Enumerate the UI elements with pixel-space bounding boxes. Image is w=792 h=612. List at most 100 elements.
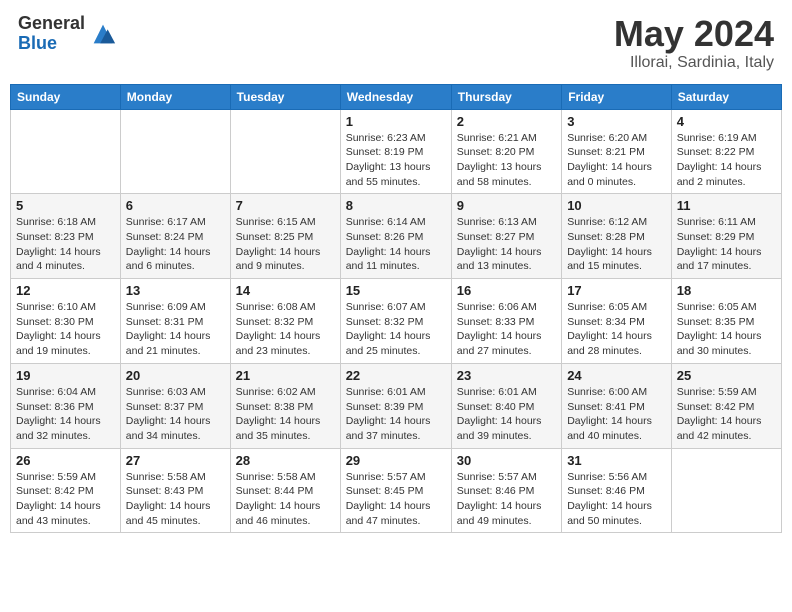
day-number: 9 <box>457 198 556 213</box>
logo-general-text: General <box>18 14 85 34</box>
day-info: Sunrise: 6:23 AM Sunset: 8:19 PM Dayligh… <box>346 131 446 190</box>
day-info: Sunrise: 6:00 AM Sunset: 8:41 PM Dayligh… <box>567 385 666 444</box>
day-number: 25 <box>677 368 776 383</box>
logo-icon <box>89 20 117 48</box>
day-info: Sunrise: 6:05 AM Sunset: 8:35 PM Dayligh… <box>677 300 776 359</box>
day-number: 8 <box>346 198 446 213</box>
calendar-cell: 8 Sunrise: 6:14 AM Sunset: 8:26 PM Daylig… <box>340 194 451 279</box>
day-number: 15 <box>346 283 446 298</box>
calendar-cell: 17Sunrise: 6:05 AM Sunset: 8:34 PM Dayli… <box>562 279 672 364</box>
calendar-cell: 15 Sunrise: 6:07 AM Sunset: 8:32 PM Dayli… <box>340 279 451 364</box>
day-info: Sunrise: 6:12 AM Sunset: 8:28 PM Dayligh… <box>567 215 666 274</box>
day-info: Sunrise: 6:10 AM Sunset: 8:30 PM Dayligh… <box>16 300 115 359</box>
calendar-week-row: 5Sunrise: 6:18 AM Sunset: 8:23 PM Daylig… <box>11 194 782 279</box>
day-info: Sunrise: 6:21 AM Sunset: 8:20 PM Dayligh… <box>457 131 556 190</box>
calendar-cell: 11Sunrise: 6:11 AM Sunset: 8:29 PM Dayli… <box>671 194 781 279</box>
calendar-cell: 25 Sunrise: 5:59 AM Sunset: 8:42 PM Dayli… <box>671 363 781 448</box>
logo: General Blue <box>18 14 117 54</box>
day-number: 14 <box>236 283 335 298</box>
day-info: Sunrise: 5:57 AM Sunset: 8:46 PM Dayligh… <box>457 470 556 529</box>
calendar-cell: 28Sunrise: 5:58 AM Sunset: 8:44 PM Dayli… <box>230 448 340 533</box>
calendar-cell: 4 Sunrise: 6:19 AM Sunset: 8:22 PM Daylig… <box>671 109 781 194</box>
calendar-cell: 10 Sunrise: 6:12 AM Sunset: 8:28 PM Dayli… <box>562 194 672 279</box>
calendar-week-row: 19Sunrise: 6:04 AM Sunset: 8:36 PM Dayli… <box>11 363 782 448</box>
calendar-cell: 18 Sunrise: 6:05 AM Sunset: 8:35 PM Dayli… <box>671 279 781 364</box>
calendar-cell: 26Sunrise: 5:59 AM Sunset: 8:42 PM Dayli… <box>11 448 121 533</box>
day-number: 13 <box>126 283 225 298</box>
day-number: 21 <box>236 368 335 383</box>
calendar-header-row: SundayMondayTuesdayWednesdayThursdayFrid… <box>11 84 782 109</box>
column-header-tuesday: Tuesday <box>230 84 340 109</box>
day-info: Sunrise: 6:04 AM Sunset: 8:36 PM Dayligh… <box>16 385 115 444</box>
day-info: Sunrise: 6:01 AM Sunset: 8:40 PM Dayligh… <box>457 385 556 444</box>
calendar-week-row: 26Sunrise: 5:59 AM Sunset: 8:42 PM Dayli… <box>11 448 782 533</box>
calendar-cell: 13 Sunrise: 6:09 AM Sunset: 8:31 PM Dayli… <box>120 279 230 364</box>
calendar-cell: 3 Sunrise: 6:20 AM Sunset: 8:21 PM Daylig… <box>562 109 672 194</box>
day-number: 22 <box>346 368 446 383</box>
day-info: Sunrise: 6:20 AM Sunset: 8:21 PM Dayligh… <box>567 131 666 190</box>
calendar-cell: 21 Sunrise: 6:02 AM Sunset: 8:38 PM Dayli… <box>230 363 340 448</box>
calendar-cell: 6Sunrise: 6:17 AM Sunset: 8:24 PM Daylig… <box>120 194 230 279</box>
day-info: Sunrise: 6:13 AM Sunset: 8:27 PM Dayligh… <box>457 215 556 274</box>
day-number: 3 <box>567 114 666 129</box>
calendar-cell: 23 Sunrise: 6:01 AM Sunset: 8:40 PM Dayli… <box>451 363 561 448</box>
calendar-cell: 12 Sunrise: 6:10 AM Sunset: 8:30 PM Dayli… <box>11 279 121 364</box>
day-number: 12 <box>16 283 115 298</box>
day-number: 18 <box>677 283 776 298</box>
column-header-wednesday: Wednesday <box>340 84 451 109</box>
day-number: 5 <box>16 198 115 213</box>
day-number: 30 <box>457 453 556 468</box>
location-text: Illorai, Sardinia, Italy <box>614 54 774 72</box>
title-section: May 2024 Illorai, Sardinia, Italy <box>614 14 774 72</box>
column-header-monday: Monday <box>120 84 230 109</box>
day-info: Sunrise: 6:06 AM Sunset: 8:33 PM Dayligh… <box>457 300 556 359</box>
calendar-cell: 7 Sunrise: 6:15 AM Sunset: 8:25 PM Daylig… <box>230 194 340 279</box>
calendar-cell: 5Sunrise: 6:18 AM Sunset: 8:23 PM Daylig… <box>11 194 121 279</box>
day-info: Sunrise: 6:02 AM Sunset: 8:38 PM Dayligh… <box>236 385 335 444</box>
day-info: Sunrise: 6:19 AM Sunset: 8:22 PM Dayligh… <box>677 131 776 190</box>
calendar-week-row: 1Sunrise: 6:23 AM Sunset: 8:19 PM Daylig… <box>11 109 782 194</box>
column-header-thursday: Thursday <box>451 84 561 109</box>
calendar-cell: 29Sunrise: 5:57 AM Sunset: 8:45 PM Dayli… <box>340 448 451 533</box>
day-info: Sunrise: 5:58 AM Sunset: 8:44 PM Dayligh… <box>236 470 335 529</box>
calendar-cell: 1Sunrise: 6:23 AM Sunset: 8:19 PM Daylig… <box>340 109 451 194</box>
calendar-week-row: 12 Sunrise: 6:10 AM Sunset: 8:30 PM Dayli… <box>11 279 782 364</box>
day-number: 10 <box>567 198 666 213</box>
day-number: 4 <box>677 114 776 129</box>
day-info: Sunrise: 5:59 AM Sunset: 8:42 PM Dayligh… <box>677 385 776 444</box>
day-info: Sunrise: 6:03 AM Sunset: 8:37 PM Dayligh… <box>126 385 225 444</box>
day-info: Sunrise: 5:58 AM Sunset: 8:43 PM Dayligh… <box>126 470 225 529</box>
day-number: 20 <box>126 368 225 383</box>
page-header: General Blue May 2024 Illorai, Sardinia,… <box>10 10 782 76</box>
calendar-cell: 9 Sunrise: 6:13 AM Sunset: 8:27 PM Daylig… <box>451 194 561 279</box>
day-number: 24 <box>567 368 666 383</box>
day-number: 29 <box>346 453 446 468</box>
column-header-sunday: Sunday <box>11 84 121 109</box>
logo-blue-text: Blue <box>18 34 85 54</box>
day-info: Sunrise: 6:14 AM Sunset: 8:26 PM Dayligh… <box>346 215 446 274</box>
day-number: 2 <box>457 114 556 129</box>
day-info: Sunrise: 6:08 AM Sunset: 8:32 PM Dayligh… <box>236 300 335 359</box>
day-number: 31 <box>567 453 666 468</box>
day-info: Sunrise: 6:11 AM Sunset: 8:29 PM Dayligh… <box>677 215 776 274</box>
calendar-cell: 19Sunrise: 6:04 AM Sunset: 8:36 PM Dayli… <box>11 363 121 448</box>
calendar-table: SundayMondayTuesdayWednesdayThursdayFrid… <box>10 84 782 534</box>
column-header-saturday: Saturday <box>671 84 781 109</box>
day-info: Sunrise: 6:07 AM Sunset: 8:32 PM Dayligh… <box>346 300 446 359</box>
calendar-cell <box>230 109 340 194</box>
calendar-cell: 22Sunrise: 6:01 AM Sunset: 8:39 PM Dayli… <box>340 363 451 448</box>
day-number: 23 <box>457 368 556 383</box>
calendar-cell: 14 Sunrise: 6:08 AM Sunset: 8:32 PM Dayli… <box>230 279 340 364</box>
day-info: Sunrise: 6:15 AM Sunset: 8:25 PM Dayligh… <box>236 215 335 274</box>
day-info: Sunrise: 6:05 AM Sunset: 8:34 PM Dayligh… <box>567 300 666 359</box>
day-number: 7 <box>236 198 335 213</box>
calendar-cell: 27 Sunrise: 5:58 AM Sunset: 8:43 PM Dayli… <box>120 448 230 533</box>
day-info: Sunrise: 6:09 AM Sunset: 8:31 PM Dayligh… <box>126 300 225 359</box>
day-number: 26 <box>16 453 115 468</box>
day-number: 27 <box>126 453 225 468</box>
month-title: May 2024 <box>614 14 774 54</box>
column-header-friday: Friday <box>562 84 672 109</box>
calendar-cell: 2 Sunrise: 6:21 AM Sunset: 8:20 PM Daylig… <box>451 109 561 194</box>
calendar-cell: 20 Sunrise: 6:03 AM Sunset: 8:37 PM Dayli… <box>120 363 230 448</box>
calendar-cell <box>671 448 781 533</box>
